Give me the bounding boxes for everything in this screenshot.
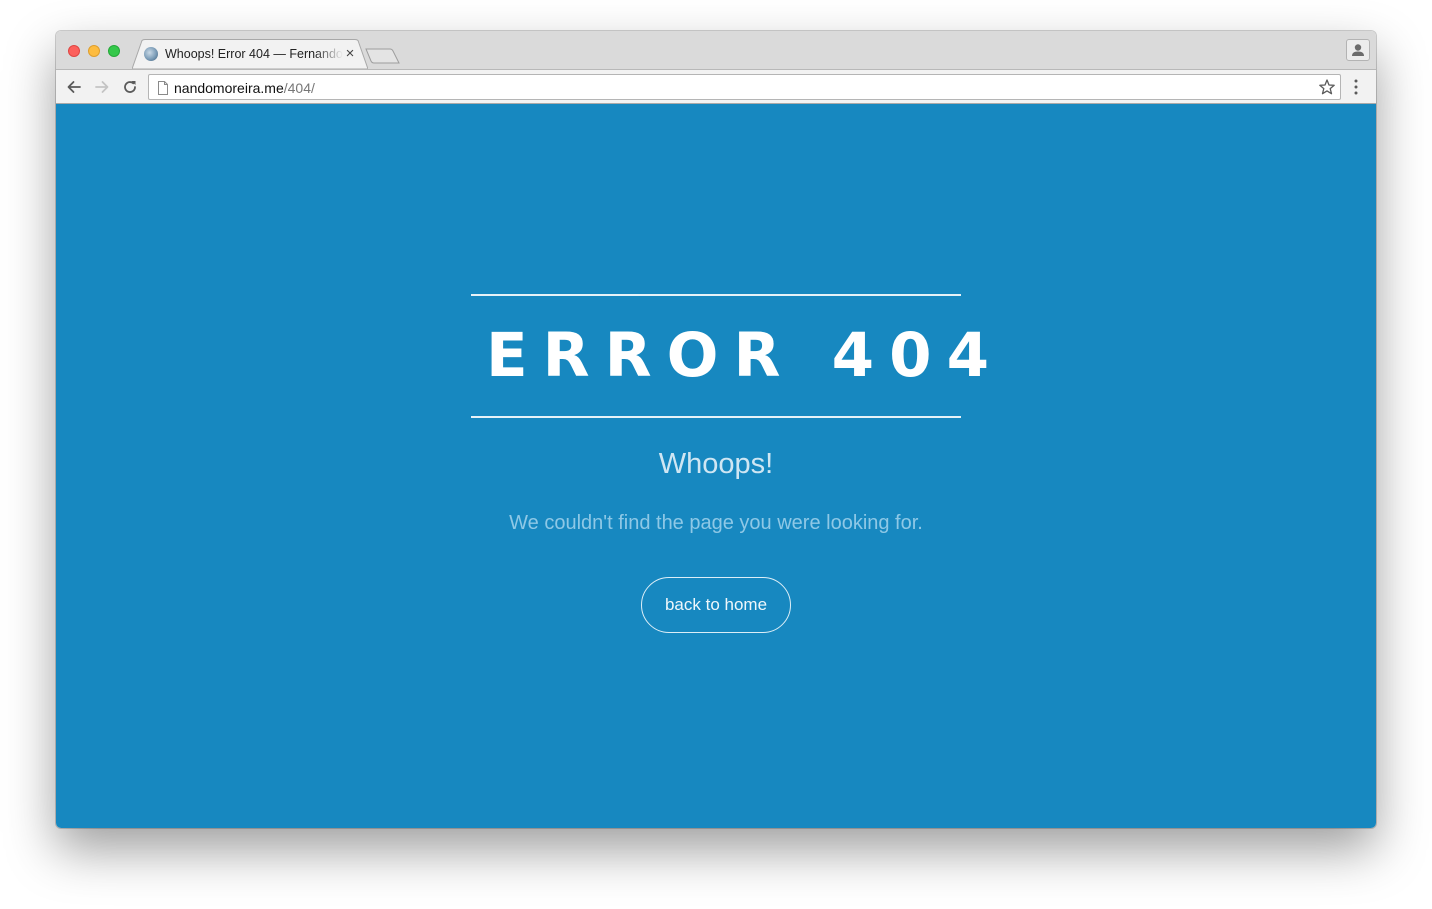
back-to-home-button[interactable]: back to home bbox=[641, 577, 791, 633]
browser-window: Whoops! Error 404 — Fernando Moreira × bbox=[56, 31, 1376, 828]
heading-top-rule bbox=[471, 294, 961, 296]
minimize-window-button[interactable] bbox=[88, 45, 100, 57]
subheading: Whoops! bbox=[658, 448, 774, 480]
page-viewport: ERROR 404 Whoops! We couldn't find the p… bbox=[56, 104, 1376, 828]
vertical-dots-icon[interactable] bbox=[1348, 78, 1364, 96]
heading-bottom-rule bbox=[471, 416, 961, 418]
back-arrow-icon[interactable] bbox=[64, 77, 84, 97]
site-favicon-icon bbox=[144, 47, 158, 61]
close-window-button[interactable] bbox=[68, 45, 80, 57]
profile-icon bbox=[1352, 44, 1364, 56]
star-icon[interactable] bbox=[1318, 78, 1336, 96]
url-text[interactable]: nandomoreira.me/404/ bbox=[174, 79, 315, 97]
url-host: nandomoreira.me bbox=[174, 80, 284, 96]
close-icon[interactable]: × bbox=[343, 46, 357, 61]
tab-active[interactable]: Whoops! Error 404 — Fernando Moreira × bbox=[132, 39, 368, 69]
zoom-window-button[interactable] bbox=[108, 45, 120, 57]
address-bar[interactable]: nandomoreira.me/404/ bbox=[148, 74, 1341, 100]
tab-title: Whoops! Error 404 — Fernando Moreira bbox=[165, 47, 343, 61]
new-tab-button[interactable] bbox=[365, 47, 401, 65]
tab-strip: Whoops! Error 404 — Fernando Moreira × bbox=[56, 31, 1376, 69]
browser-toolbar: nandomoreira.me/404/ bbox=[56, 69, 1376, 104]
error-message: We couldn't find the page you were looki… bbox=[509, 512, 923, 534]
page-title: ERROR 404 bbox=[486, 320, 1005, 391]
reload-icon[interactable] bbox=[120, 77, 140, 97]
forward-arrow-icon[interactable] bbox=[92, 77, 112, 97]
profile-button[interactable] bbox=[1346, 39, 1370, 61]
page-icon bbox=[158, 81, 168, 95]
url-path: /404/ bbox=[283, 80, 315, 96]
